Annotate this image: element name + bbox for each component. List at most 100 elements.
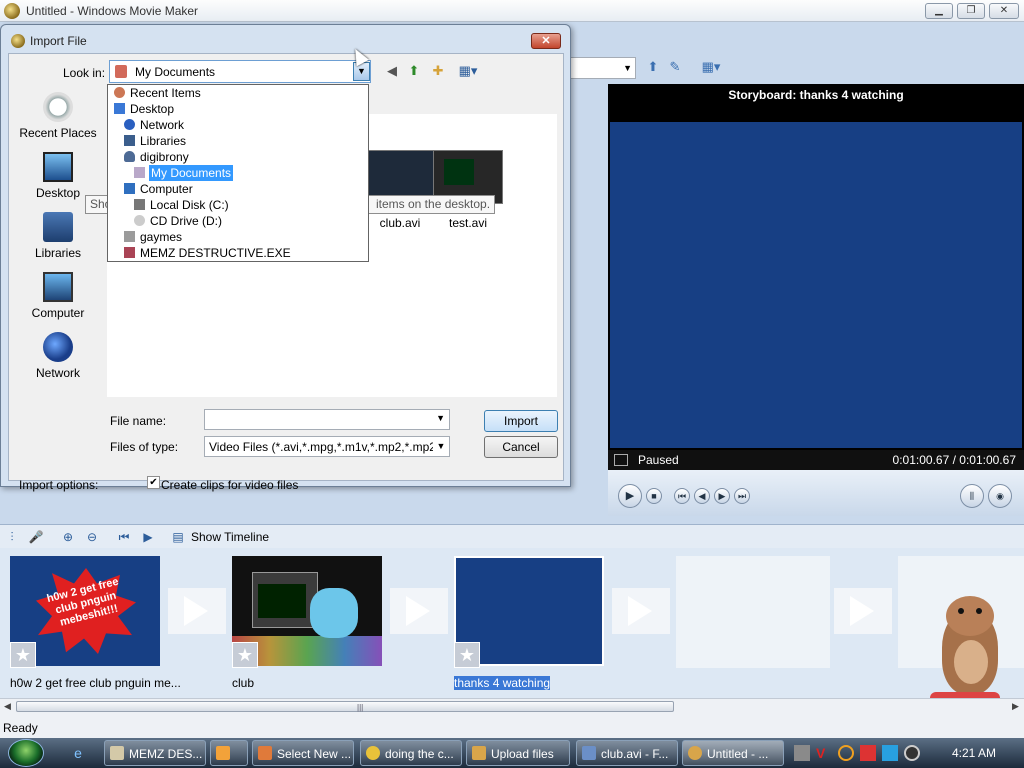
task-select-new[interactable]: Select New ... [252,740,354,766]
play-button[interactable]: ▶ [618,484,642,508]
storyboard-toolbar: ⫶ 🎤 ⊕ ⊖ ⏮ ▶ ▤ Show Timeline [0,524,1024,548]
transition-slot[interactable] [168,588,226,634]
volume-icon[interactable] [904,745,920,761]
internet-explorer-icon[interactable]: e [66,742,90,764]
storyboard-clip-2[interactable]: ★ [232,556,382,668]
dialog-title-bar[interactable]: Import File ✕ [1,25,570,53]
places-computer[interactable]: Computer [9,272,107,332]
transition-slot[interactable] [834,588,892,634]
views-icon[interactable]: ▦▾ [696,58,726,76]
files-of-type-value: Video Files (*.avi,*.mpg,*.m1v,*.mp2,*.m… [209,440,450,454]
start-button[interactable] [8,739,44,767]
task-label: MEMZ DES... [129,747,203,761]
media-player-icon [216,746,230,760]
file-item-club[interactable]: club.avi [365,150,435,230]
task-memz[interactable]: MEMZ DES... [104,740,206,766]
narrate-icon[interactable]: 🎤 [28,529,44,545]
task-media[interactable] [210,740,248,766]
places-libraries[interactable]: Libraries [9,212,107,272]
dialog-app-icon [11,34,25,48]
timeline-icon[interactable]: ▤ [170,529,186,545]
file-name: club.avi [379,216,421,230]
recent-items-icon [114,87,125,98]
create-clips-label[interactable]: Create clips for video files [161,478,298,492]
play-storyboard-icon[interactable]: ▶ [140,529,156,545]
back-icon[interactable]: ◀ [383,62,401,80]
user-folder-icon [124,151,135,162]
program-icon [258,746,272,760]
empty-clip-slot[interactable] [676,556,830,668]
playback-status: Paused [638,453,679,467]
antivirus-icon[interactable]: V [816,745,832,761]
look-in-dropdown-list: Recent Items Desktop Network Libraries d… [107,84,369,262]
audio-levels-icon[interactable]: ⫶ [4,529,20,545]
stop-button[interactable]: ■ [646,488,662,504]
cancel-button[interactable]: Cancel [484,436,558,458]
collections-dropdown[interactable]: ▼ [570,57,636,79]
scrollbar-thumb[interactable]: ||| [16,701,674,712]
effect-star-icon[interactable]: ★ [232,642,258,668]
effect-star-icon[interactable]: ★ [454,642,480,668]
view-menu-icon[interactable]: ▦▾ [455,62,481,80]
tray-app-icon[interactable] [794,745,810,761]
storyboard-scrollbar[interactable]: ◀ ||| ▶ [0,698,1024,714]
previous-frame-button[interactable]: ⏮ [674,488,690,504]
up-folder-icon[interactable]: ⬆ [405,62,423,80]
documents-folder-icon [115,65,127,78]
file-item-test[interactable]: test.avi [433,150,503,230]
places-network[interactable]: Network [9,332,107,392]
task-club-avi[interactable]: club.avi - F... [576,740,678,766]
network-status-icon[interactable] [882,745,898,761]
import-button[interactable]: Import [484,410,558,432]
zoom-out-icon[interactable]: ⊖ [84,529,100,545]
chevron-down-icon[interactable]: ▼ [436,413,445,423]
storyboard-clip-1[interactable]: h0w 2 get free club pnguin mebeshit!!! ★ [10,556,160,668]
flag-icon[interactable] [860,745,876,761]
zoom-in-icon[interactable]: ⊕ [60,529,76,545]
transition-arrow-icon [628,596,652,626]
thumbnail-terminal-graphic [258,584,306,618]
status-bar: Ready [0,714,1024,738]
effect-star-icon[interactable]: ★ [10,642,36,668]
transition-slot[interactable] [612,588,670,634]
transition-arrow-icon [184,596,208,626]
dropdown-item-label: gaymes [140,230,183,244]
create-clips-checkbox[interactable]: ✔ [147,476,160,489]
places-recent[interactable]: Recent Places [9,92,107,152]
next-frame-button[interactable]: ⏭ [734,488,750,504]
clock[interactable]: 4:21 AM [952,746,996,760]
dialog-close-button[interactable]: ✕ [531,33,561,49]
restore-button[interactable]: ❐ [957,3,985,19]
new-collection-icon[interactable]: ✎ [666,58,684,76]
place-label: Computer [31,306,85,320]
forward-button[interactable]: ▶ [714,488,730,504]
up-one-level-icon[interactable]: ⬆ [644,58,662,76]
scroll-right-icon[interactable]: ▶ [1012,701,1019,712]
search-icon[interactable] [838,745,854,761]
dialog-title: Import File [30,34,87,48]
show-timeline-button[interactable]: Show Timeline [191,530,269,544]
clip-label-selected: thanks 4 watching [454,676,551,690]
rewind-storyboard-icon[interactable]: ⏮ [116,529,132,545]
rewind-button[interactable]: ◀ [694,488,710,504]
new-folder-icon[interactable]: ✚ [429,62,447,80]
monitor-title: Storyboard: thanks 4 watching [608,84,1024,106]
scroll-left-icon[interactable]: ◀ [4,701,11,712]
files-of-type-select[interactable]: Video Files (*.avi,*.mpg,*.m1v,*.mp2,*.m… [204,436,450,457]
take-picture-button[interactable]: ◉ [988,484,1012,508]
thumbnail-terminal-graphic [444,159,474,185]
split-clip-button[interactable]: ⫼ [960,484,984,508]
storyboard-clip-3[interactable]: ★ [454,556,604,668]
task-upload-files[interactable]: Upload files [466,740,570,766]
transition-slot[interactable] [390,588,448,634]
close-button[interactable]: ✕ [989,3,1019,19]
task-movie-maker[interactable]: Untitled - ... [682,740,784,766]
task-chrome[interactable]: doing the c... [360,740,462,766]
look-in-combobox[interactable]: My Documents ▼ [109,60,371,83]
minimize-button[interactable]: ▁ [925,3,953,19]
dropdown-item-label: Recent Items [130,86,201,100]
video-file-icon [582,746,596,760]
file-name-input[interactable]: ▼ [204,409,450,430]
chevron-down-icon[interactable]: ▼ [433,437,449,456]
fullscreen-icon[interactable] [614,454,628,466]
